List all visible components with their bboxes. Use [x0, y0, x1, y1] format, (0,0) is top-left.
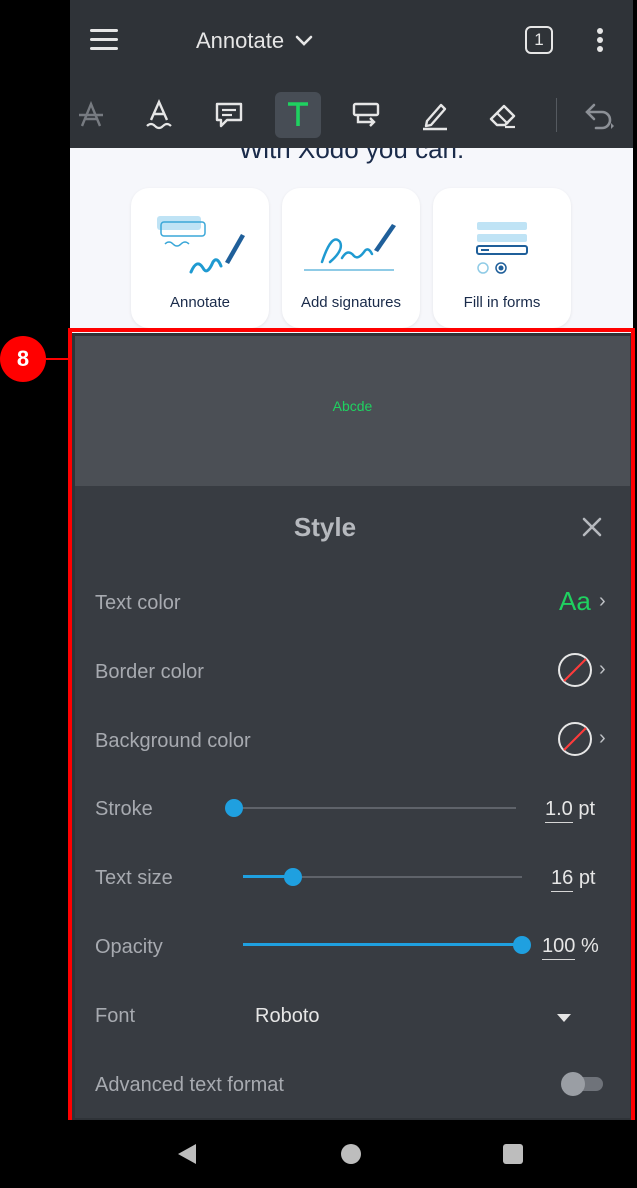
forms-illustration-icon	[476, 222, 528, 274]
free-text-icon	[288, 102, 308, 126]
eraser-icon	[489, 104, 516, 129]
menu-icon[interactable]	[88, 26, 120, 59]
annotation-connector	[46, 358, 68, 360]
system-navigation-bar	[0, 1120, 637, 1188]
feature-label: Fill in forms	[463, 294, 541, 311]
strikeout-icon	[79, 100, 103, 127]
annotation-marker: 8	[0, 336, 46, 382]
feature-card-forms: Fill in forms	[433, 188, 571, 328]
annotation-highlight-box	[68, 328, 635, 1126]
annotation-toolbar	[70, 82, 633, 148]
page-count-button[interactable]: 1	[525, 26, 553, 54]
callout-tool[interactable]	[343, 92, 389, 138]
strikeout-tool[interactable]	[68, 92, 114, 138]
feature-label: Add signatures	[300, 294, 402, 311]
feature-card-signatures: Add signatures	[282, 188, 420, 328]
document-page[interactable]: With Xodo you can: Annotate Add signatur…	[70, 148, 633, 333]
recents-icon[interactable]	[502, 1143, 524, 1170]
freehand-icon	[423, 103, 447, 131]
top-app-bar: Annotate 1	[70, 0, 633, 82]
feature-card-annotate: Annotate	[131, 188, 269, 328]
back-icon[interactable]	[176, 1142, 198, 1171]
mode-title: Annotate	[196, 28, 285, 53]
undo-icon	[585, 103, 614, 130]
toolbar-divider	[556, 98, 557, 132]
doc-heading: With Xodo you can:	[238, 148, 465, 164]
comment-icon	[215, 102, 243, 128]
home-icon[interactable]	[340, 1143, 362, 1170]
callout-icon	[352, 102, 380, 127]
annotate-illustration-icon	[157, 216, 245, 274]
underline-tool[interactable]	[136, 92, 182, 138]
more-options-icon[interactable]	[592, 26, 608, 61]
freehand-tool[interactable]	[412, 92, 458, 138]
undo-tool[interactable]	[576, 92, 622, 138]
mode-selector[interactable]: Annotate	[196, 24, 314, 58]
annotation-number: 8	[16, 346, 30, 371]
feature-label: Annotate	[169, 294, 231, 311]
free-text-tool[interactable]	[275, 92, 321, 138]
comment-tool[interactable]	[206, 92, 252, 138]
signature-illustration-icon	[304, 224, 396, 271]
eraser-tool[interactable]	[480, 92, 526, 138]
chevron-down-icon	[294, 28, 314, 54]
underline-icon	[146, 99, 172, 130]
page-count: 1	[534, 30, 544, 49]
